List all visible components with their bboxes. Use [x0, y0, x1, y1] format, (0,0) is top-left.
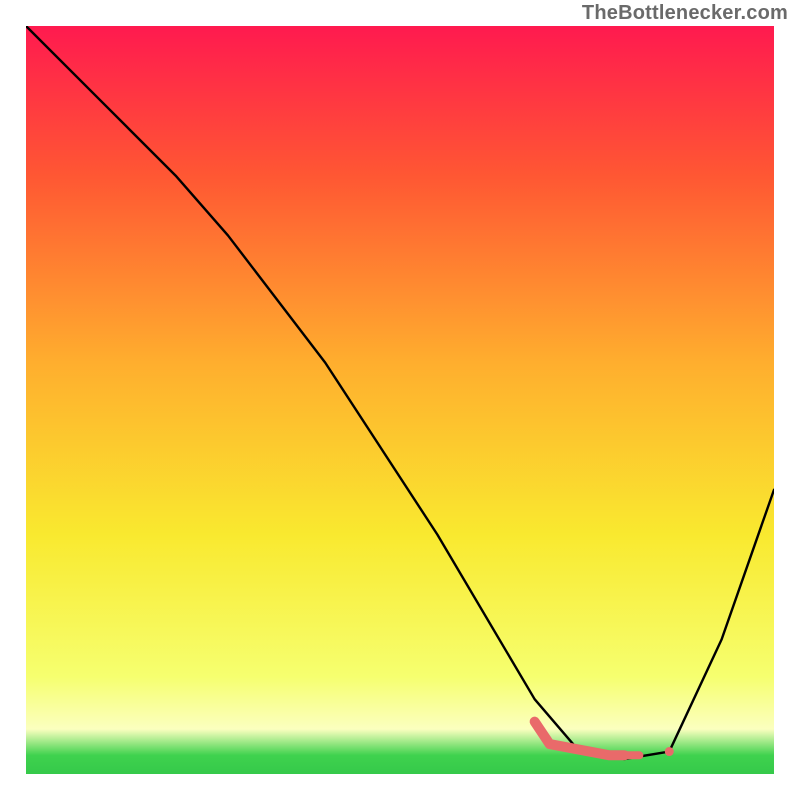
- watermark-label: TheBottlenecker.com: [582, 2, 788, 25]
- chart-svg: [26, 26, 774, 774]
- plot-area: [26, 26, 774, 774]
- chart-container: TheBottlenecker.com: [0, 0, 800, 800]
- bottleneck-marker-dot: [665, 747, 674, 756]
